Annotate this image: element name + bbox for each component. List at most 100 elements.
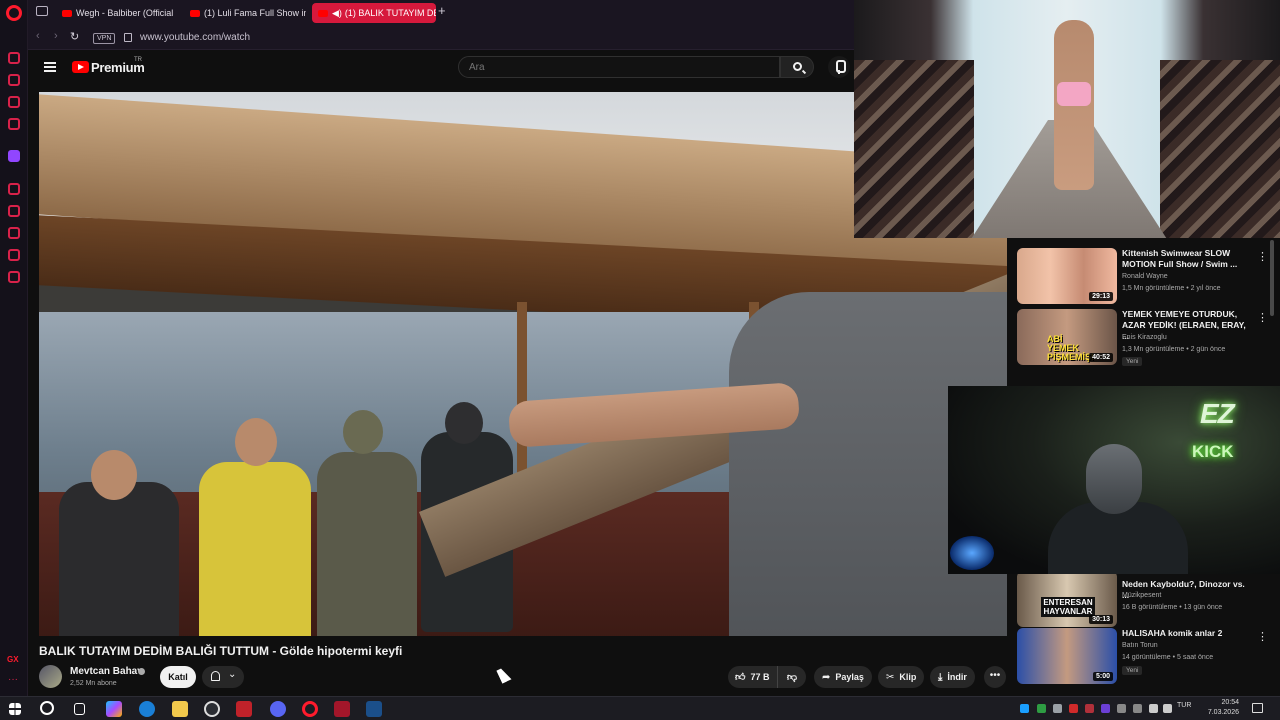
task-view-icon[interactable] xyxy=(74,703,85,715)
vpn-badge[interactable]: VPN xyxy=(93,33,116,44)
tab-menu-icon[interactable] xyxy=(36,6,48,16)
wallet-icon[interactable] xyxy=(8,205,20,217)
voice-search-icon[interactable] xyxy=(828,56,850,78)
video-thumbnail[interactable]: ABİ YEMEK PİŞMEMİŞ! 40:52 xyxy=(1017,309,1117,365)
runway-scene xyxy=(1160,60,1280,238)
tray-app-icon[interactable] xyxy=(1085,704,1094,713)
tab-label: (1) Luli Fama Full Show in xyxy=(204,8,306,18)
tab-luli-fama[interactable]: (1) Luli Fama Full Show in xyxy=(184,3,306,23)
opera-icon[interactable] xyxy=(302,701,318,717)
recommendation-item[interactable]: ABİ YEMEK PİŞMEMİŞ! 40:52 YEMEK YEMEYE O… xyxy=(1017,309,1277,367)
player-icon[interactable] xyxy=(8,183,20,195)
steam-icon[interactable] xyxy=(366,701,382,717)
recommendation-item[interactable]: 5:00 HALISAHA komik anlar 2 Batın Torun … xyxy=(1017,628,1277,686)
tray-app-icon[interactable] xyxy=(1101,704,1110,713)
video-scene xyxy=(91,450,137,500)
tray-usb-icon[interactable] xyxy=(1133,704,1142,713)
like-count: 77 B xyxy=(750,672,770,682)
thumbs-down-icon: 👎︎ xyxy=(786,672,798,683)
history-icon[interactable] xyxy=(8,52,20,64)
edge-icon[interactable] xyxy=(139,701,155,717)
volume-icon[interactable] xyxy=(1163,704,1172,713)
notifications-icon[interactable] xyxy=(1252,703,1263,713)
video-thumbnail[interactable]: 5:00 xyxy=(1017,628,1117,684)
back-icon[interactable]: ‹ xyxy=(36,30,40,42)
bookmark-icon[interactable] xyxy=(8,74,20,86)
more-options-icon[interactable]: ⋮ xyxy=(1257,311,1268,324)
language-indicator[interactable]: TUR xyxy=(1177,702,1191,709)
youtube-logo-icon[interactable] xyxy=(72,61,89,73)
scrollbar[interactable] xyxy=(1270,240,1274,316)
tab-wegh[interactable]: Wegh - Balbiber (Official L xyxy=(56,3,174,23)
music-icon[interactable] xyxy=(8,118,20,130)
youtube-header: Premium TR xyxy=(28,50,854,88)
video-thumbnail[interactable]: 29:13 xyxy=(1017,248,1117,304)
download-button[interactable]: ⤓ İndir xyxy=(930,666,975,688)
tray-steam-icon[interactable] xyxy=(1020,704,1029,713)
recommendation-channel[interactable]: Ronald Wayne xyxy=(1122,273,1168,280)
recommendation-channel[interactable]: Enis Kirazoglu xyxy=(1122,334,1167,341)
share-button[interactable]: ➦ Paylaş xyxy=(814,666,872,688)
tray-mic-icon[interactable] xyxy=(1117,704,1126,713)
video-scene xyxy=(59,482,179,636)
recommendation-title[interactable]: HALISAHA komik anlar 2 xyxy=(1122,628,1250,639)
more-actions-button[interactable]: ••• xyxy=(984,666,1006,688)
tray-discord-icon[interactable] xyxy=(1053,704,1062,713)
tray-nvidia-icon[interactable] xyxy=(1037,704,1046,713)
clock[interactable]: 20:54 7.03.2026 xyxy=(1205,698,1239,718)
dislike-button[interactable]: 👎︎ xyxy=(778,666,806,688)
clip-button[interactable]: ✂ Klip xyxy=(878,666,925,688)
tab-strip: Wegh - Balbiber (Official L (1) Luli Fam… xyxy=(28,0,854,26)
more-options-icon[interactable]: ⋮ xyxy=(1257,630,1268,643)
neon-sign-ez: EZ xyxy=(1200,398,1235,429)
video-thumbnail[interactable]: ENTERESAN HAYVANLAR 30:13 xyxy=(1017,571,1117,627)
tray-app-icon[interactable] xyxy=(1069,704,1078,713)
forward-icon[interactable]: › xyxy=(54,30,58,42)
speaker-icon[interactable]: ◀) xyxy=(332,8,342,19)
obs-icon[interactable] xyxy=(204,701,220,717)
opera-logo-icon[interactable] xyxy=(6,5,22,21)
copilot-icon[interactable] xyxy=(106,701,122,717)
windows-start-icon[interactable] xyxy=(9,703,21,715)
new-tab-button[interactable]: + xyxy=(438,3,446,18)
url-field[interactable]: www.youtube.com/watch xyxy=(140,32,250,43)
share-icon: ➦ xyxy=(822,671,831,683)
gx-icon[interactable]: GX xyxy=(7,655,19,664)
taskbar-search-icon[interactable] xyxy=(40,701,54,715)
search-input[interactable] xyxy=(458,56,780,78)
twitch-icon[interactable] xyxy=(8,150,20,162)
messenger-icon[interactable] xyxy=(8,96,20,108)
opera-sidebar: GX ··· xyxy=(0,0,28,696)
join-button[interactable]: Katıl xyxy=(160,666,196,688)
clip-label: Klip xyxy=(899,672,917,682)
file-explorer-icon[interactable] xyxy=(172,701,188,717)
runway-video-overlay[interactable] xyxy=(854,0,1280,238)
recommendation-channel[interactable]: Müzikpesent xyxy=(1122,592,1161,599)
voicemeeter-icon[interactable] xyxy=(236,701,252,717)
more-options-icon[interactable]: ⋮ xyxy=(1257,250,1268,263)
recommendation-title[interactable]: Kittenish Swimwear SLOW MOTION Full Show… xyxy=(1122,248,1250,270)
neon-sign-kick: KICK xyxy=(1192,442,1234,461)
discord-icon[interactable] xyxy=(270,701,286,717)
channel-name[interactable]: Mevtcan Bahav xyxy=(70,666,143,677)
recommendation-item[interactable]: 29:13 Kittenish Swimwear SLOW MOTION Ful… xyxy=(1017,248,1277,306)
menu-icon[interactable] xyxy=(44,62,56,72)
more-icon[interactable]: ··· xyxy=(8,674,18,685)
recommendation-channel[interactable]: Batın Torun xyxy=(1122,642,1158,649)
notification-bell-button[interactable]: ⌄ xyxy=(202,666,244,688)
reload-icon[interactable]: ↻ xyxy=(70,30,79,43)
channel-avatar[interactable] xyxy=(39,665,62,688)
region-code: TR xyxy=(134,57,142,63)
extensions-icon[interactable] xyxy=(8,249,20,261)
tab-label: (1) BALIK TUTAYIM DED xyxy=(344,8,436,18)
tab-balik-tutayim[interactable]: ◀) (1) BALIK TUTAYIM DED xyxy=(312,3,436,23)
search-button[interactable] xyxy=(780,56,814,78)
lock-icon[interactable] xyxy=(124,33,132,42)
recommendation-item[interactable]: ENTERESAN HAYVANLAR 30:13 Neden Kayboldu… xyxy=(1017,571,1277,629)
clock-icon[interactable] xyxy=(8,227,20,239)
opera-gx-icon[interactable] xyxy=(334,701,350,717)
settings-icon[interactable] xyxy=(8,271,20,283)
network-icon[interactable] xyxy=(1149,704,1158,713)
like-button[interactable]: 👍︎ 77 B xyxy=(728,666,778,688)
video-scene xyxy=(199,462,311,636)
